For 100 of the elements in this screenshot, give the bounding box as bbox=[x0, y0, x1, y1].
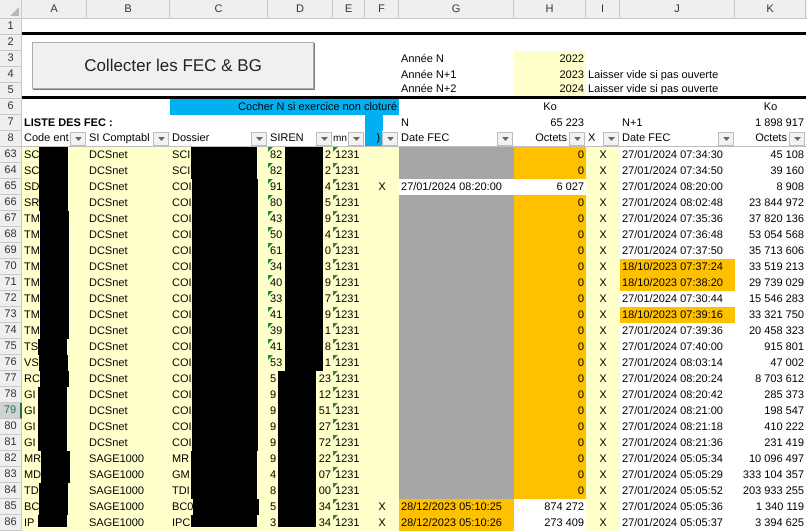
unit-label: Ko bbox=[543, 102, 557, 112]
table-cell: X bbox=[586, 147, 620, 163]
hint-text: Laisser vide si pas ouverte bbox=[588, 84, 718, 95]
column-header[interactable]: J bbox=[620, 0, 735, 18]
row-header[interactable]: 66 bbox=[0, 195, 22, 211]
filter-dropdown-button[interactable] bbox=[789, 132, 805, 146]
row-header[interactable]: 76 bbox=[0, 355, 22, 371]
cell-text: TM bbox=[24, 326, 40, 336]
row-header[interactable]: 64 bbox=[0, 163, 22, 179]
column-header[interactable]: C bbox=[170, 0, 268, 18]
comment-flag-icon bbox=[333, 227, 338, 232]
column-header[interactable]: B bbox=[87, 0, 170, 18]
column-header[interactable]: A bbox=[22, 0, 87, 18]
filter-dropdown-button[interactable] bbox=[348, 132, 364, 146]
row-header[interactable]: 70 bbox=[0, 259, 22, 275]
corner-triangle-icon bbox=[10, 7, 19, 16]
row-header[interactable]: 3 bbox=[0, 51, 22, 67]
table-cell: DCSnet bbox=[87, 371, 170, 387]
table-cell: X bbox=[586, 323, 620, 339]
comment-flag-icon bbox=[268, 163, 273, 168]
filter-dropdown-button[interactable] bbox=[382, 132, 398, 146]
row-header[interactable]: 69 bbox=[0, 243, 22, 259]
row-header[interactable]: 78 bbox=[0, 387, 22, 403]
column-header[interactable]: E bbox=[333, 0, 365, 18]
table-cell: 0 bbox=[514, 419, 586, 435]
comment-flag-icon bbox=[333, 163, 338, 168]
row-header[interactable]: 74 bbox=[0, 323, 22, 339]
cell-text: SD bbox=[24, 182, 40, 192]
instruction-banner: Cocher N si exercice non cloturé bbox=[170, 99, 399, 115]
column-header[interactable]: K bbox=[735, 0, 806, 18]
row-header[interactable]: 75 bbox=[0, 339, 22, 355]
row-header[interactable]: 85 bbox=[0, 499, 22, 515]
comment-flag-icon bbox=[333, 355, 338, 360]
column-heading: SI Comptabl bbox=[88, 131, 151, 146]
table-cell: X bbox=[586, 195, 620, 211]
comment-flag-icon bbox=[268, 179, 273, 184]
caret-icon bbox=[158, 137, 164, 141]
row-header[interactable]: 2 bbox=[0, 35, 22, 51]
filter-dropdown-button[interactable] bbox=[316, 132, 332, 146]
table-cell: X bbox=[586, 387, 620, 403]
row-header[interactable]: 86 bbox=[0, 515, 22, 531]
table-cell: 28/12/2023 05:10:25 bbox=[399, 499, 514, 515]
cell-text: COI bbox=[172, 358, 192, 368]
comment-flag-icon bbox=[333, 259, 338, 264]
table-cell: X bbox=[365, 499, 399, 515]
row-header[interactable]: 80 bbox=[0, 419, 22, 435]
table-cell: X bbox=[586, 435, 620, 451]
row-header[interactable]: 4 bbox=[0, 67, 22, 83]
table-cell: DCSnet bbox=[87, 403, 170, 419]
row-header[interactable]: 7 bbox=[0, 115, 22, 131]
row-header[interactable]: 73 bbox=[0, 307, 22, 323]
filter-dropdown-button[interactable] bbox=[603, 132, 619, 146]
row-header[interactable]: 8 bbox=[0, 131, 22, 147]
table-cell: DCSnet bbox=[87, 275, 170, 291]
row-header[interactable]: 65 bbox=[0, 179, 22, 195]
row-header[interactable]: 72 bbox=[0, 291, 22, 307]
cell-text: 1231 bbox=[335, 454, 360, 464]
column-header[interactable]: G bbox=[399, 0, 514, 18]
column-header[interactable]: D bbox=[268, 0, 333, 18]
row-header[interactable]: 79 bbox=[0, 403, 22, 419]
row-header[interactable]: 82 bbox=[0, 451, 22, 467]
row-header[interactable]: 68 bbox=[0, 227, 22, 243]
table-cell: DCSnet bbox=[87, 323, 170, 339]
cell-text: TM bbox=[24, 310, 40, 320]
column-header[interactable]: F bbox=[365, 0, 399, 18]
cell-text: 8 bbox=[324, 342, 331, 352]
row-header[interactable]: 1 bbox=[0, 19, 22, 35]
cell-text: 27 bbox=[318, 422, 331, 432]
table-cell: DCSnet bbox=[87, 243, 170, 259]
column-header[interactable]: I bbox=[586, 0, 620, 18]
row-header[interactable]: 71 bbox=[0, 275, 22, 291]
comment-flag-icon bbox=[333, 195, 338, 200]
year-value: 2024 bbox=[560, 84, 584, 95]
filter-dropdown-button[interactable] bbox=[70, 132, 86, 146]
table-cell: X bbox=[586, 371, 620, 387]
table-cell: X bbox=[365, 515, 399, 531]
cell-text: 1231 bbox=[335, 214, 360, 224]
table-cell: SAGE1000 bbox=[87, 483, 170, 499]
row-header[interactable]: 63 bbox=[0, 147, 22, 163]
cell-text: TM bbox=[24, 278, 40, 288]
row-header[interactable]: 83 bbox=[0, 467, 22, 483]
column-header[interactable]: H bbox=[514, 0, 586, 18]
cell-text: 43 bbox=[270, 214, 282, 224]
filter-dropdown-button[interactable] bbox=[497, 132, 513, 146]
cell-text: COI bbox=[172, 326, 192, 336]
filter-dropdown-button[interactable] bbox=[251, 132, 267, 146]
caret-icon bbox=[502, 137, 508, 141]
filter-dropdown-button[interactable] bbox=[153, 132, 169, 146]
comment-flag-icon bbox=[333, 291, 338, 296]
filter-dropdown-button[interactable] bbox=[718, 132, 734, 146]
table-cell: X bbox=[586, 515, 620, 531]
row-header[interactable]: 84 bbox=[0, 483, 22, 499]
row-header[interactable]: 81 bbox=[0, 435, 22, 451]
filter-dropdown-button[interactable] bbox=[569, 132, 585, 146]
collect-button[interactable]: Collecter les FEC & BG bbox=[32, 42, 314, 89]
row-header[interactable]: 6 bbox=[0, 99, 22, 115]
list-title: LISTE DES FEC : bbox=[24, 118, 113, 128]
row-header[interactable]: 67 bbox=[0, 211, 22, 227]
row-header[interactable]: 5 bbox=[0, 83, 22, 99]
row-header[interactable]: 77 bbox=[0, 371, 22, 387]
